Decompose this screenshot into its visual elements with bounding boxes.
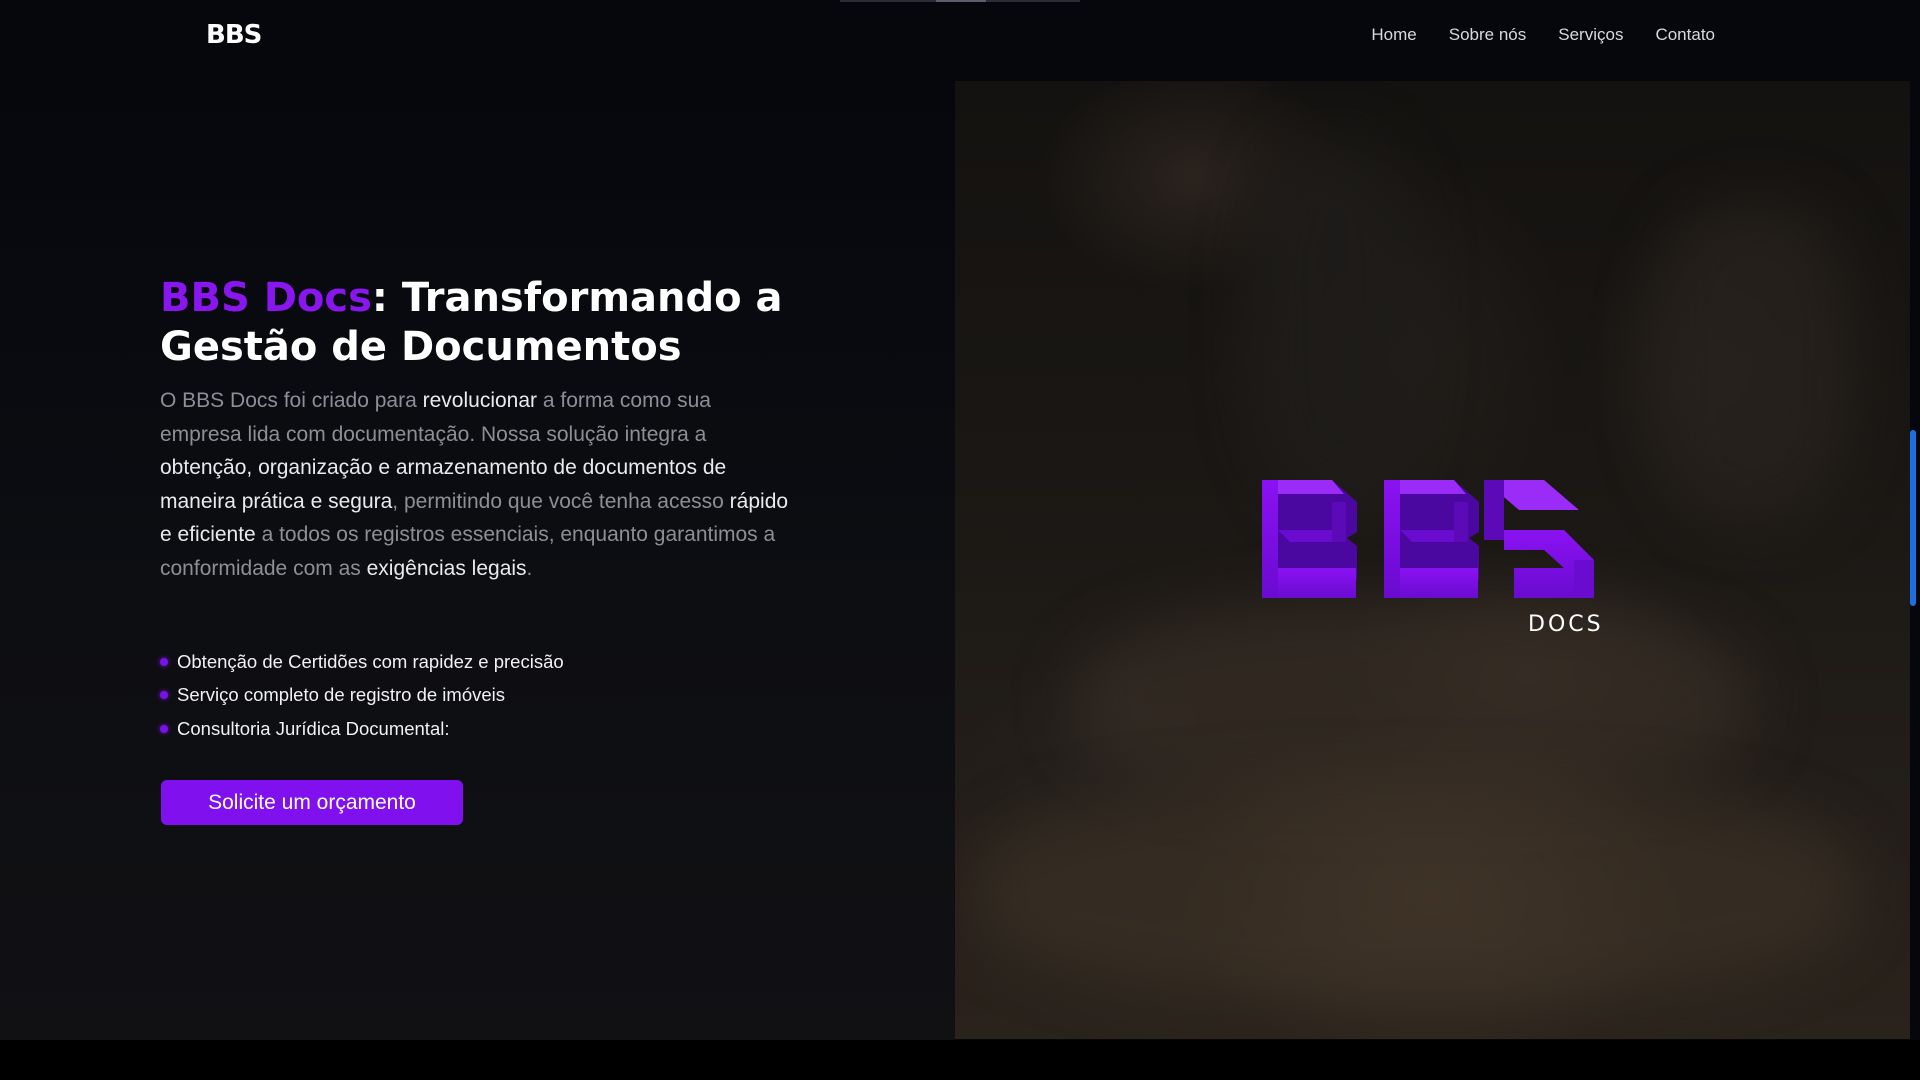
desc-highlight: revolucionar — [422, 389, 538, 412]
feature-label: Consultoria Jurídica Documental: — [177, 717, 450, 739]
feature-label: Serviço completo de registro de imóveis — [177, 684, 506, 706]
image-blur-table — [975, 781, 1855, 1001]
hero-description: O BBS Docs foi criado para revolucionar … — [160, 384, 790, 585]
bbs-logo-graphic — [1262, 480, 1594, 598]
logo-letter-s — [1484, 480, 1594, 598]
nav-home[interactable]: Home — [1371, 24, 1416, 46]
bbs-docs-logo: DOCS — [1262, 480, 1612, 637]
feature-list: Obtenção de Certidões com rapidez e prec… — [160, 645, 564, 746]
feature-label: Obtenção de Certidões com rapidez e prec… — [177, 650, 564, 672]
nav-contact[interactable]: Contato — [1655, 24, 1715, 46]
image-blur-person — [1655, 201, 1855, 521]
nav-about[interactable]: Sobre nós — [1449, 24, 1527, 46]
desc-text: , permitindo que você tenha acesso — [392, 489, 730, 513]
logo-letter-b1 — [1262, 480, 1357, 598]
scrollbar-thumb[interactable] — [1910, 430, 1916, 606]
footer-band — [0, 1040, 1920, 1080]
header-logo[interactable]: BBS — [206, 22, 262, 48]
feature-item: Consultoria Jurídica Documental: — [160, 712, 564, 746]
feature-item: Obtenção de Certidões com rapidez e prec… — [160, 645, 564, 679]
top-tab-indicator — [840, 0, 1080, 2]
image-blur-desk — [1075, 601, 1755, 801]
main-nav: Home Sobre nós Serviços Contato — [1371, 24, 1715, 46]
desc-text: O BBS Docs foi criado para — [160, 389, 423, 412]
request-quote-button[interactable]: Solicite um orçamento — [161, 780, 463, 825]
hero-title-brand: BBS Docs — [160, 275, 372, 321]
hero-title: BBS Docs: Transformando a Gestão de Docu… — [160, 274, 800, 372]
bullet-icon — [160, 657, 168, 666]
bullet-icon — [160, 724, 168, 733]
desc-text: . — [526, 556, 533, 580]
feature-item: Serviço completo de registro de imóveis — [160, 679, 564, 713]
site-header: BBS Home Sobre nós Serviços Contato — [0, 0, 1920, 80]
top-tab-indicator-active — [936, 0, 986, 2]
logo-letter-b2 — [1384, 480, 1479, 598]
image-blur-figure — [1255, 141, 1415, 501]
nav-services[interactable]: Serviços — [1558, 24, 1623, 46]
desc-highlight: exigências legais — [366, 556, 527, 580]
bullet-icon — [160, 691, 168, 700]
logo-subtitle: DOCS — [1528, 612, 1604, 637]
